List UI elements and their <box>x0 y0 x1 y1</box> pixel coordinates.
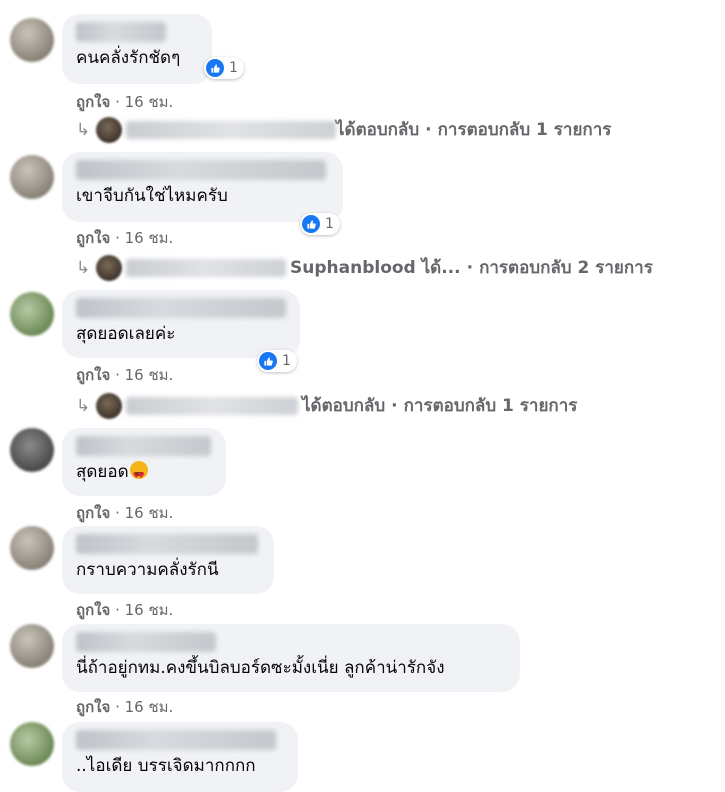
comment-bubble: สุดยอดเลยค่ะ <box>62 290 300 358</box>
separator: · <box>115 601 120 619</box>
timestamp[interactable]: 16 ชม. <box>125 601 174 619</box>
like-link[interactable]: ถูกใจ <box>76 504 110 522</box>
comment-text: สุดยอดเลยค่ะ <box>76 324 176 344</box>
like-link[interactable]: ถูกใจ <box>76 93 110 111</box>
comment-meta: ถูกใจ · 16 ชม. <box>76 695 173 719</box>
commenter-name-blurred[interactable] <box>76 160 326 180</box>
comment-meta: ถูกใจ · 16 ชม. <box>76 363 173 387</box>
comment-bubble: สุดยอด <box>62 428 226 496</box>
comment-bubble: คนคลั่งรักชัดๆ <box>62 14 212 84</box>
reaction-count[interactable]: 1 <box>204 57 244 79</box>
timestamp[interactable]: 16 ชม. <box>125 229 174 247</box>
comment-meta: ถูกใจ · 16 ชม. <box>76 501 173 525</box>
view-replies-link[interactable]: ↳ ได้ตอบกลับ · การตอบกลับ 1 รายการ <box>76 116 611 143</box>
heart-eyes-emoji <box>129 461 148 488</box>
commenter-avatar[interactable] <box>10 155 54 199</box>
reply-arrow-icon: ↳ <box>76 395 91 416</box>
reply-avatar <box>96 116 122 143</box>
reaction-count[interactable]: 1 <box>257 350 297 372</box>
thumbs-up-icon <box>302 215 320 233</box>
comment-bubble: กราบความคลั่งรักนี <box>62 526 274 594</box>
comment-bubble: ..ไอเดีย บรรเจิดมากกกก <box>62 722 298 792</box>
like-link[interactable]: ถูกใจ <box>76 229 110 247</box>
commenter-name-blurred[interactable] <box>76 730 276 750</box>
commenter-name-blurred[interactable] <box>76 534 258 554</box>
thumbs-up-icon <box>259 352 277 370</box>
separator: · <box>115 93 120 111</box>
commenter-avatar[interactable] <box>10 526 54 570</box>
comment-text: เขาจีบกันใช่ไหมครับ <box>76 186 228 206</box>
replier-name-blurred <box>126 396 298 415</box>
comment-meta: ถูกใจ · 16 ชม. <box>76 226 173 250</box>
comment-bubble: เขาจีบกันใช่ไหมครับ <box>62 152 343 222</box>
reply-count: การตอบกลับ 1 รายการ <box>403 396 578 416</box>
timestamp[interactable]: 16 ชม. <box>125 93 174 111</box>
reaction-count-value: 1 <box>282 353 291 369</box>
like-link[interactable]: ถูกใจ <box>76 601 110 619</box>
commenter-avatar[interactable] <box>10 292 54 336</box>
like-link[interactable]: ถูกใจ <box>76 366 110 384</box>
replier-name-blurred <box>126 120 336 139</box>
timestamp[interactable]: 16 ชม. <box>125 698 174 716</box>
separator: · <box>115 504 120 522</box>
timestamp[interactable]: 16 ชม. <box>125 366 174 384</box>
separator: · <box>115 229 120 247</box>
commenter-avatar[interactable] <box>10 18 54 62</box>
reaction-count-value: 1 <box>325 216 334 232</box>
comment-bubble: นี่ถ้าอยู่กทม.คงขึ้นบิลบอร์ดซะมั้งเนี่ย … <box>62 624 520 692</box>
view-replies-link[interactable]: ↳ ได้ตอบกลับ · การตอบกลับ 1 รายการ <box>76 392 577 419</box>
reply-suffix: ได้ตอบกลับ <box>336 120 420 140</box>
reaction-count-value: 1 <box>229 60 238 76</box>
comment-text: คนคลั่งรักชัดๆ <box>76 48 181 68</box>
commenter-name-blurred[interactable] <box>76 436 211 456</box>
commenter-name-blurred[interactable] <box>76 632 216 652</box>
reply-suffix: Suphanblood ได้... <box>290 258 461 278</box>
separator: · <box>391 395 398 416</box>
replier-name-blurred <box>126 258 286 277</box>
commenter-avatar[interactable] <box>10 722 54 766</box>
comment-meta: ถูกใจ · 16 ชม. <box>76 598 173 622</box>
separator: · <box>466 257 474 278</box>
reply-arrow-icon: ↳ <box>76 257 91 278</box>
commenter-avatar[interactable] <box>10 624 54 668</box>
commenter-avatar[interactable] <box>10 428 54 472</box>
timestamp[interactable]: 16 ชม. <box>125 504 174 522</box>
reply-suffix: ได้ตอบกลับ <box>302 396 386 416</box>
reply-count: การตอบกลับ 1 รายการ <box>437 120 612 140</box>
reaction-count[interactable]: 1 <box>300 213 340 235</box>
comment-text: ..ไอเดีย บรรเจิดมากกกก <box>76 756 256 776</box>
reply-avatar <box>96 254 122 281</box>
reply-avatar <box>96 392 122 419</box>
comment-meta: ถูกใจ · 16 ชม. <box>76 90 173 114</box>
thumbs-up-icon <box>206 59 224 77</box>
like-link[interactable]: ถูกใจ <box>76 698 110 716</box>
commenter-name-blurred[interactable] <box>76 22 166 42</box>
reply-count: การตอบกลับ 2 รายการ <box>479 258 653 278</box>
separator: · <box>425 119 432 140</box>
comment-text: กราบความคลั่งรักนี <box>76 560 219 580</box>
separator: · <box>115 366 120 384</box>
separator: · <box>115 698 120 716</box>
reply-arrow-icon: ↳ <box>76 119 91 140</box>
commenter-name-blurred[interactable] <box>76 298 286 318</box>
comment-text: สุดยอด <box>76 460 212 488</box>
comment-text: นี่ถ้าอยู่กทม.คงขึ้นบิลบอร์ดซะมั้งเนี่ย … <box>76 658 445 678</box>
view-replies-link[interactable]: ↳ Suphanblood ได้... · การตอบกลับ 2 รายก… <box>76 254 653 281</box>
